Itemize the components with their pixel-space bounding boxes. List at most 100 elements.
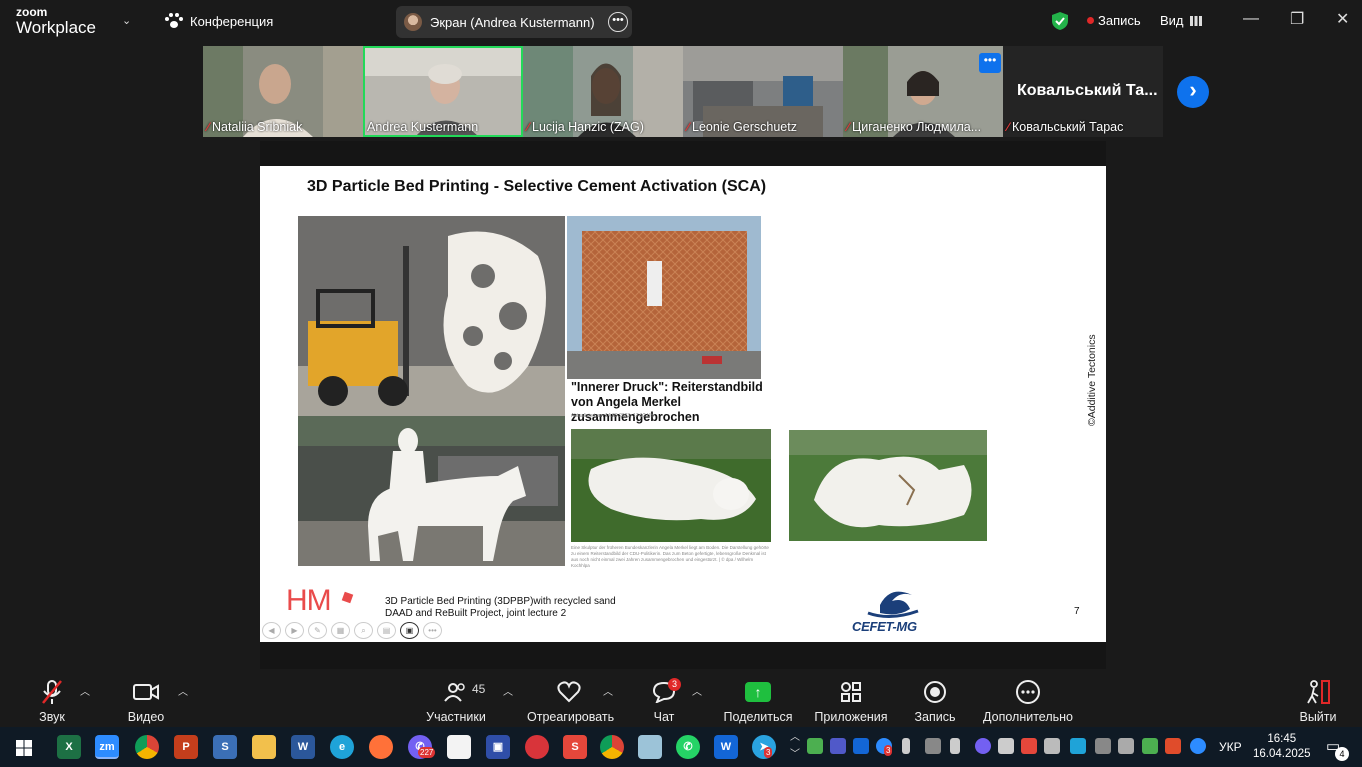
more-options-icon[interactable]: •••	[608, 12, 628, 32]
edge-icon[interactable]: e	[330, 735, 354, 759]
file-explorer-icon[interactable]	[252, 735, 276, 759]
more-button[interactable]: Дополнительно	[982, 679, 1074, 724]
tray-zoom2-icon[interactable]	[1190, 738, 1206, 754]
equestrian-statue-photo	[298, 416, 565, 566]
tray-device-icon[interactable]	[1095, 738, 1111, 754]
excel-icon[interactable]: X	[57, 735, 81, 759]
collapsed-statue-photo	[571, 429, 771, 542]
firefox-icon[interactable]	[369, 735, 393, 759]
clock-date: 16.04.2025	[1253, 748, 1311, 760]
pen-icon[interactable]: ✎	[308, 622, 327, 639]
next-page-arrow-icon[interactable]: ›	[1177, 76, 1209, 108]
keyboard-language[interactable]: УКР	[1219, 740, 1242, 754]
participant-tile[interactable]: ⁄ Lucija Hanzic (ZAG)	[523, 46, 683, 137]
participant-tile[interactable]: ⁄ Nataliia Sribniak	[203, 46, 363, 137]
participant-tile-active-speaker[interactable]: Andrea Kustermann	[363, 46, 523, 137]
previous-slide-icon[interactable]: ◀	[262, 622, 281, 639]
recording-indicator[interactable]: Запись	[1087, 13, 1141, 28]
document-icon[interactable]	[447, 735, 471, 759]
all-slides-icon[interactable]: ▦	[331, 622, 350, 639]
minimize-icon[interactable]: —	[1243, 10, 1259, 28]
chrome-profile-icon[interactable]	[600, 735, 624, 759]
chrome-icon[interactable]	[135, 735, 159, 759]
app-map-icon[interactable]	[638, 735, 662, 759]
tray-overflow-icon[interactable]: ︿ ﹀	[790, 729, 800, 763]
audio-button[interactable]: Звук	[32, 679, 72, 724]
participant-name: ⁄ Lucija Hanzic (ZAG)	[527, 120, 644, 134]
participant-name: ⁄ Leonie Gerschuetz	[687, 120, 797, 134]
tray-check-icon[interactable]	[807, 738, 823, 754]
close-icon[interactable]: ✕	[1336, 9, 1349, 29]
tray-app-icon[interactable]	[1070, 738, 1086, 754]
avatar	[404, 13, 422, 31]
wifi-icon[interactable]	[1044, 738, 1060, 754]
next-slide-icon[interactable]: ▶	[285, 622, 304, 639]
presentation-slide: 3D Particle Bed Printing - Selective Cem…	[260, 166, 1106, 642]
chat-options-caret-icon[interactable]: ︿	[692, 683, 702, 698]
participant-tile[interactable]: Ковальський Та... ⁄ Ковальський Тарас	[1003, 46, 1163, 137]
shield-icon[interactable]	[1051, 11, 1069, 31]
record-button[interactable]: Запись	[912, 679, 958, 724]
tray-volume-icon[interactable]	[1165, 738, 1181, 754]
react-button[interactable]: Отреагировать	[527, 679, 614, 724]
zoom-icon[interactable]: ⌕	[354, 622, 373, 639]
microphone-icon[interactable]	[902, 738, 910, 754]
title-bar: zoom Workplace ⌄ Конференция Экран (Andr…	[0, 0, 1362, 44]
exit-door-icon	[1298, 679, 1338, 705]
participant-name: ⁄ Ковальський Тарас	[1007, 120, 1124, 134]
apps-button[interactable]: Приложения	[812, 679, 890, 724]
tray-box-icon[interactable]	[998, 738, 1014, 754]
meeting-title: Конференция	[190, 13, 274, 29]
more-options-icon[interactable]: •••	[423, 622, 442, 639]
react-options-caret-icon[interactable]: ︿	[603, 683, 613, 698]
meeting-info-button[interactable]: Конференция	[164, 13, 273, 29]
app-w-icon[interactable]: W	[714, 735, 738, 759]
mic-muted-icon: ⁄	[687, 120, 690, 134]
participants-options-caret-icon[interactable]: ︿	[503, 683, 513, 698]
chevron-down-icon[interactable]: ⌄	[122, 14, 131, 27]
teams-icon[interactable]	[830, 738, 846, 754]
record-toolbar-label: Запись	[914, 710, 956, 724]
system-clock[interactable]: 16:45 16.04.2025	[1253, 732, 1311, 762]
screen-share-pill[interactable]: Экран (Andrea Kustermann) •••	[396, 6, 632, 38]
video-button[interactable]: Видео	[125, 679, 167, 724]
participant-tile[interactable]: ⁄ Leonie Gerschuetz	[683, 46, 843, 137]
whatsapp-icon[interactable]: ✆	[676, 735, 700, 759]
app-red-icon[interactable]	[525, 735, 549, 759]
video-options-caret-icon[interactable]: ︿	[178, 683, 188, 698]
telegram-badge: 3	[764, 747, 773, 758]
notifications-count: 4	[1335, 747, 1349, 761]
subtitles-icon[interactable]: ▤	[377, 622, 396, 639]
clock-time: 16:45	[1267, 733, 1297, 745]
mic-muted-icon: ⁄	[847, 120, 850, 134]
apps-icon	[812, 679, 890, 705]
powerpoint-icon[interactable]: P	[174, 735, 198, 759]
monitor-icon[interactable]	[925, 738, 941, 754]
leave-meeting-button[interactable]: Выйти	[1298, 679, 1338, 724]
more-options-icon[interactable]: •••	[979, 53, 1001, 73]
leave-label: Выйти	[1299, 710, 1337, 724]
speaker-icon[interactable]	[1118, 738, 1134, 754]
more-label: Дополнительно	[983, 710, 1073, 724]
view-button[interactable]: Вид	[1160, 13, 1202, 28]
tray-w-icon[interactable]	[853, 738, 869, 754]
audio-options-caret-icon[interactable]: ︿	[80, 683, 90, 698]
participant-tile[interactable]: ••• ⁄ Циганенко Людмила...	[843, 46, 1003, 137]
app-s-red-icon[interactable]: S	[563, 735, 587, 759]
app-s-icon[interactable]: S	[213, 735, 237, 759]
word-icon[interactable]: W	[291, 735, 315, 759]
save-disk-icon[interactable]: ▣	[486, 735, 510, 759]
participant-strip: ⁄ Nataliia Sribniak Andrea Kustermann ⁄ Lu…	[203, 46, 1163, 137]
share-screen-icon: ↑	[745, 682, 771, 702]
tray-security-icon[interactable]	[1142, 738, 1158, 754]
windows-start-icon[interactable]	[16, 740, 32, 756]
restore-icon[interactable]: ❐	[1290, 9, 1304, 29]
tray-s-icon[interactable]	[1021, 738, 1037, 754]
share-screen-button[interactable]: ↑ Поделиться	[722, 679, 794, 724]
zoom-logo[interactable]: zoom Workplace	[16, 6, 96, 36]
zoom-meeting-window: zoom Workplace ⌄ Конференция Экран (Andr…	[0, 0, 1362, 767]
usb-icon[interactable]	[950, 738, 960, 754]
tray-viber-icon[interactable]	[975, 738, 991, 754]
camera-icon[interactable]: ▣	[400, 622, 419, 639]
zoom-app-icon[interactable]: zm	[95, 735, 119, 759]
